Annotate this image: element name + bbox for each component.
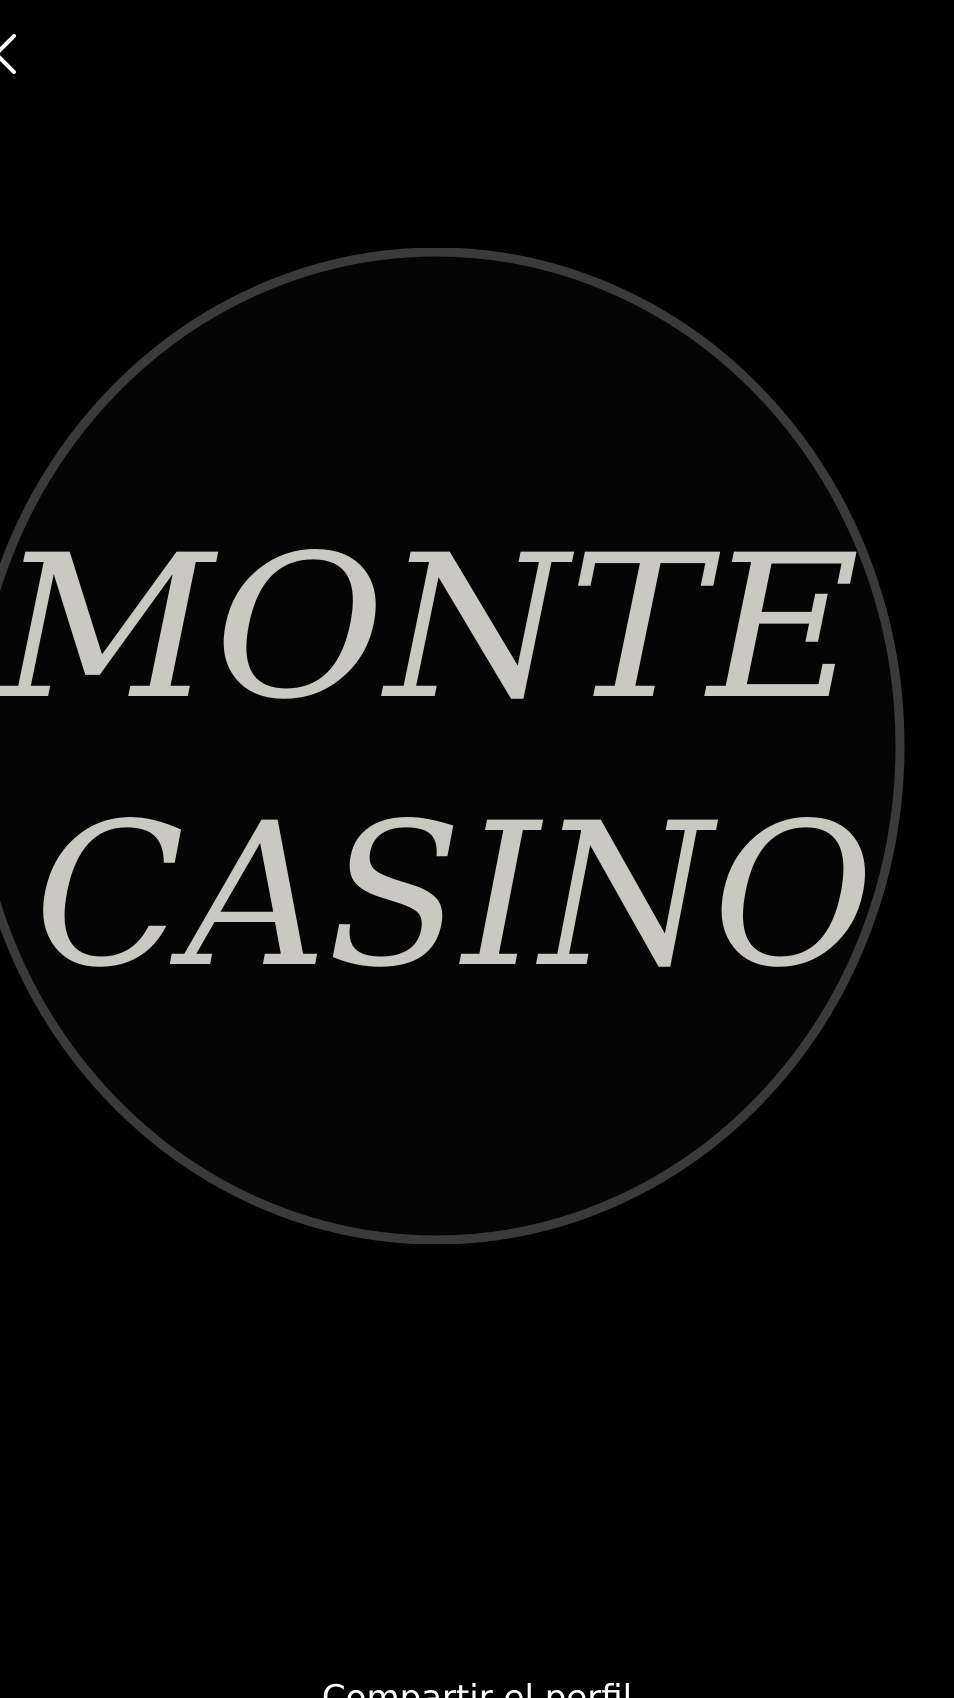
logo-ring xyxy=(0,248,905,1244)
logo-text-line2: CASINO xyxy=(34,780,874,1011)
close-icon xyxy=(0,28,30,84)
share-profile-caption[interactable]: Compartir el perfil xyxy=(0,1676,954,1698)
close-button[interactable] xyxy=(0,28,30,84)
profile-photo-viewer: MONTE CASINO Compartir el perfil xyxy=(0,0,954,1698)
logo-text-line1: MONTE xyxy=(0,512,860,743)
profile-photo: MONTE CASINO xyxy=(0,248,932,1244)
monte-casino-logo: MONTE CASINO xyxy=(0,248,905,1244)
